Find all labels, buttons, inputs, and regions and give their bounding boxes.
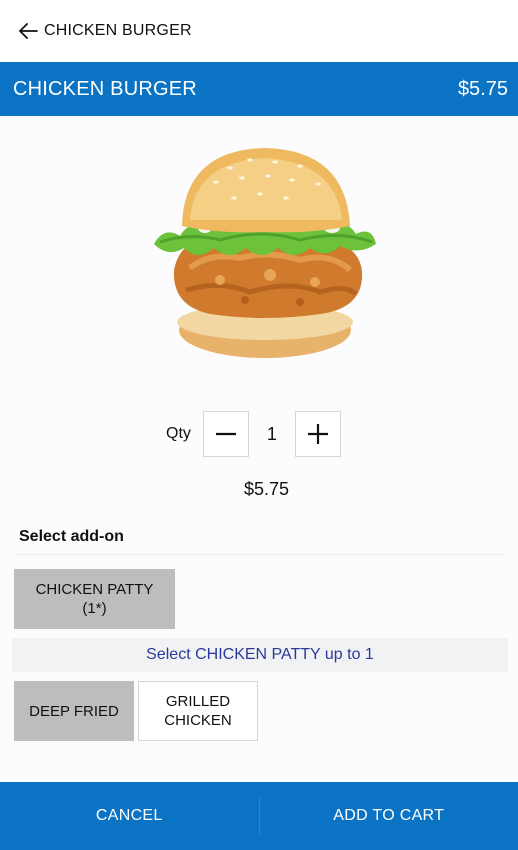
product-name: CHICKEN BURGER — [13, 77, 197, 100]
chicken-burger-image — [154, 148, 376, 358]
increment-button[interactable] — [294, 411, 341, 457]
qty-label: Qty — [166, 425, 191, 442]
option-deep-fried[interactable]: DEEP FRIED — [14, 681, 134, 741]
addon-section-title: Select add-on — [19, 528, 124, 545]
top-app-bar: CHICKEN BURGER — [0, 0, 518, 62]
selection-hint: Select CHICKEN PATTY up to 1 — [12, 638, 508, 672]
option-grilled-chicken[interactable]: GRILLED CHICKEN — [138, 681, 258, 741]
addon-category-chicken-patty[interactable]: CHICKEN PATTY (1*) — [14, 569, 175, 629]
add-to-cart-button[interactable]: ADD TO CART — [260, 782, 518, 850]
product-price: $5.75 — [457, 77, 508, 100]
bottom-action-bar: CANCEL ADD TO CART — [0, 782, 518, 850]
product-header: CHICKEN BURGER $5.75 — [0, 62, 518, 116]
back-button[interactable]: CHICKEN BURGER — [18, 22, 192, 40]
qty-value: 1 — [266, 423, 277, 444]
quantity-stepper: Qty 1 — [166, 411, 341, 457]
option-label: DEEP FRIED — [29, 702, 119, 720]
option-label: GRILLED CHICKEN — [164, 693, 232, 729]
addon-category-label: CHICKEN PATTY (1*) — [35, 581, 154, 617]
decrement-button[interactable] — [202, 411, 249, 457]
arrow-left-icon — [19, 23, 38, 39]
minus-icon — [215, 432, 236, 436]
divider — [14, 554, 504, 555]
page-title: CHICKEN BURGER — [44, 22, 192, 39]
total-price: $5.75 — [243, 479, 290, 499]
cancel-button[interactable]: CANCEL — [0, 782, 259, 850]
plus-icon — [307, 424, 328, 444]
